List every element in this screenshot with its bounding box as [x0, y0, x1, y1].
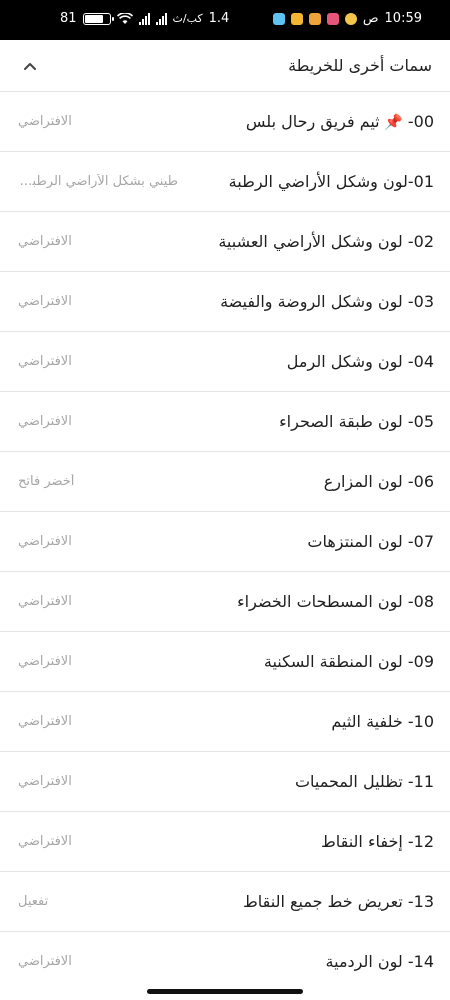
item-value: الافتراضي — [18, 774, 72, 789]
item-title: 05- لون طبقة الصحراء — [279, 412, 434, 431]
list-item-13[interactable]: 13- تعريض خط جميع النقاط تفعيل — [0, 872, 450, 932]
item-value: طيني بشكل الأراضي الرطبة... — [18, 174, 178, 189]
item-number: 00- — [407, 112, 434, 131]
list-item-09[interactable]: 09- لون المنطقة السكنية الافتراضي — [0, 632, 450, 692]
list-item-08[interactable]: 08- لون المسطحات الخضراء الافتراضي — [0, 572, 450, 632]
wifi-icon — [116, 12, 133, 24]
app-icon-blue — [272, 12, 285, 25]
list-item-12[interactable]: 12- إخفاء النقاط الافتراضي — [0, 812, 450, 872]
battery-level — [84, 14, 103, 23]
item-value: الافتراضي — [18, 354, 72, 369]
item-title: 14- لون الردمية — [325, 952, 434, 971]
network-speed: 1.4 — [208, 11, 230, 26]
list-item-14[interactable]: 14- لون الردمية الافتراضي — [0, 932, 450, 992]
item-title: 06- لون المزارع — [323, 472, 434, 491]
status-bar: 81 كب/ث 1.4 ص 10:59 — [0, 0, 450, 40]
item-value: الافتراضي — [18, 114, 72, 129]
list-item-01[interactable]: 01-لون وشكل الأراضي الرطبة طيني بشكل الأ… — [0, 152, 450, 212]
pin-icon: 📌 — [379, 113, 408, 131]
list-item-00[interactable]: 00- 📌 ثيم فريق رحال بلس الافتراضي — [0, 92, 450, 152]
item-value: الافتراضي — [18, 234, 72, 249]
network-unit: كب/ث — [172, 12, 203, 25]
app-icon-gold — [344, 12, 357, 25]
item-value: الافتراضي — [18, 954, 72, 969]
item-title: 03- لون وشكل الروضة والفيضة — [220, 292, 434, 311]
item-value: الافتراضي — [18, 714, 72, 729]
item-value: الافتراضي — [18, 594, 72, 609]
list-item-02[interactable]: 02- لون وشكل الأراضي العشبية الافتراضي — [0, 212, 450, 272]
item-title: 12- إخفاء النقاط — [320, 832, 434, 851]
ampm: ص — [362, 11, 379, 26]
item-title-text: 00- 📌 ثيم فريق رحال بلس — [246, 112, 434, 131]
signal-icon — [138, 12, 150, 25]
item-title: 13- تعريض خط جميع النقاط — [242, 892, 434, 911]
settings-list: 00- 📌 ثيم فريق رحال بلس الافتراضي 01-لون… — [0, 92, 450, 992]
app-icon-orange — [308, 12, 321, 25]
item-value: الافتراضي — [18, 534, 72, 549]
signal-2-icon — [155, 12, 167, 25]
item-title: 08- لون المسطحات الخضراء — [237, 592, 434, 611]
item-title: 07- لون المنتزهات — [307, 532, 434, 551]
list-item-03[interactable]: 03- لون وشكل الروضة والفيضة الافتراضي — [0, 272, 450, 332]
section-title: سمات أخرى للخريطة — [288, 56, 432, 75]
item-title: 01-لون وشكل الأراضي الرطبة — [228, 172, 434, 191]
status-left: 81 كب/ث 1.4 — [60, 11, 229, 26]
section-header[interactable]: سمات أخرى للخريطة — [0, 40, 450, 92]
item-value: الافتراضي — [18, 294, 72, 309]
collapse-button[interactable] — [18, 54, 42, 78]
item-title: 11- تظليل المحميات — [294, 772, 434, 791]
app-icon-yellow — [290, 12, 303, 25]
item-value: الافتراضي — [18, 834, 72, 849]
item-value: الافتراضي — [18, 654, 72, 669]
chevron-up-icon — [24, 63, 36, 70]
item-title: 04- لون وشكل الرمل — [286, 352, 434, 371]
item-value: أخضر فاتح — [18, 474, 75, 489]
list-item-05[interactable]: 05- لون طبقة الصحراء الافتراضي — [0, 392, 450, 452]
item-title: 09- لون المنطقة السكنية — [263, 652, 434, 671]
list-item-04[interactable]: 04- لون وشكل الرمل الافتراضي — [0, 332, 450, 392]
battery-icon — [82, 12, 114, 25]
item-title: 00- 📌 ثيم فريق رحال بلس — [246, 112, 434, 131]
battery-percent: 81 — [60, 11, 77, 26]
status-right: ص 10:59 — [272, 11, 422, 26]
item-title: 10- خلفية الثيم — [331, 712, 434, 731]
item-title: 02- لون وشكل الأراضي العشبية — [218, 232, 434, 251]
app-icon-pink — [326, 12, 339, 25]
list-item-10[interactable]: 10- خلفية الثيم الافتراضي — [0, 692, 450, 752]
item-label: ثيم فريق رحال بلس — [245, 112, 380, 131]
item-value: الافتراضي — [18, 414, 72, 429]
list-item-07[interactable]: 07- لون المنتزهات الافتراضي — [0, 512, 450, 572]
clock: 10:59 — [384, 11, 422, 26]
home-indicator[interactable] — [147, 989, 303, 994]
list-item-11[interactable]: 11- تظليل المحميات الافتراضي — [0, 752, 450, 812]
list-item-06[interactable]: 06- لون المزارع أخضر فاتح — [0, 452, 450, 512]
item-value: تفعيل — [18, 894, 49, 909]
